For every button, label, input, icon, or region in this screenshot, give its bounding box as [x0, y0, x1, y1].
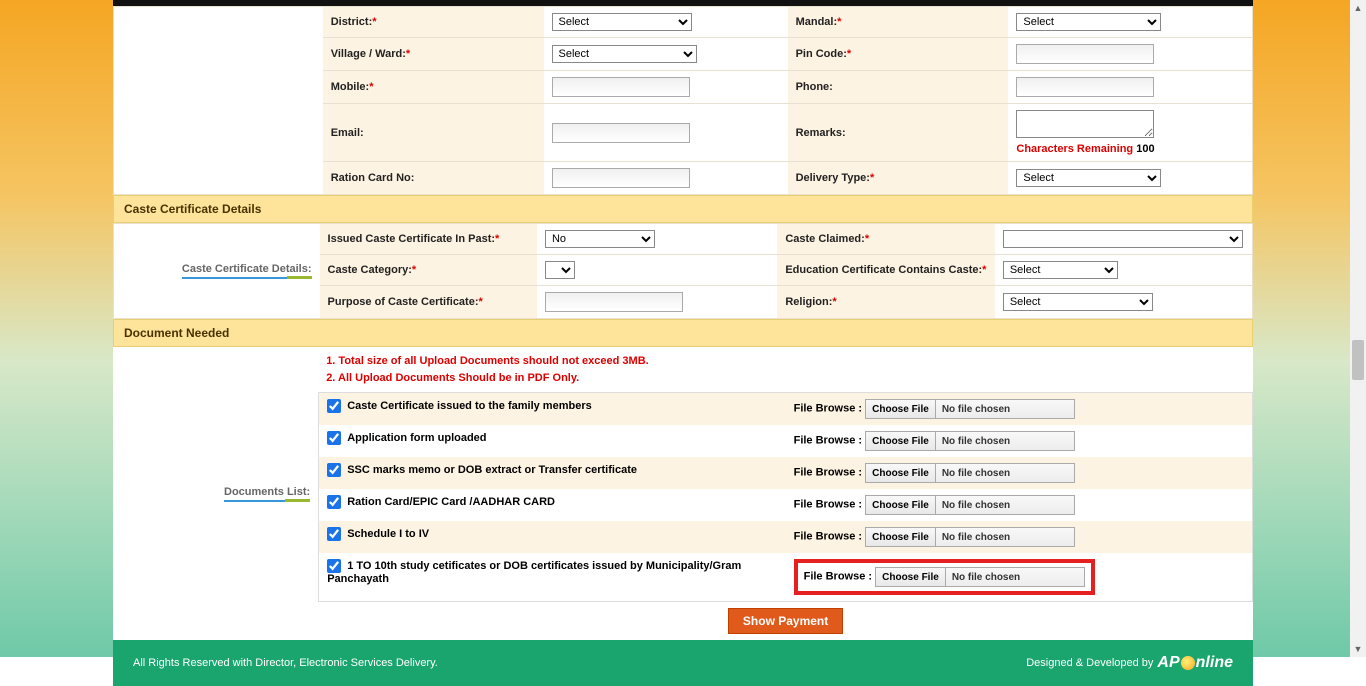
- file-browse-label: File Browse :: [794, 467, 862, 479]
- village-label: Village / Ward:: [331, 48, 406, 60]
- file-browse-label: File Browse :: [804, 571, 872, 583]
- file-browse-label: File Browse :: [794, 435, 862, 447]
- main-container: District:* Select Mandal:* Select Villag…: [113, 0, 1253, 640]
- doc-label-3: Ration Card/EPIC Card /AADHAR CARD: [347, 496, 555, 508]
- doc-label-0: Caste Certificate issued to the family m…: [347, 400, 592, 412]
- caste-claimed-label: Caste Claimed:: [785, 233, 864, 245]
- highlighted-file-input: File Browse : Choose FileNo file chosen: [794, 559, 1096, 595]
- show-payment-button[interactable]: Show Payment: [728, 608, 843, 634]
- footer: All Rights Reserved with Director, Elect…: [113, 640, 1253, 686]
- pincode-input[interactable]: [1016, 44, 1154, 64]
- required-mark: *: [372, 16, 376, 28]
- docs-sidebar-label: Documents List:: [224, 486, 310, 502]
- footer-right-text: Designed & Developed by: [1026, 657, 1153, 669]
- village-select[interactable]: Select: [552, 45, 697, 63]
- phone-label: Phone:: [796, 81, 833, 93]
- delivery-label: Delivery Type:: [796, 172, 870, 184]
- required-mark: *: [837, 16, 841, 28]
- pincode-label: Pin Code:: [796, 48, 847, 60]
- scroll-down-icon[interactable]: ▼: [1350, 641, 1366, 657]
- doc-checkbox-3[interactable]: [327, 495, 341, 509]
- ration-label: Ration Card No:: [331, 172, 415, 184]
- required-mark: *: [412, 264, 416, 276]
- required-mark: *: [865, 233, 869, 245]
- required-mark: *: [982, 264, 986, 276]
- ration-input[interactable]: [552, 168, 690, 188]
- district-select[interactable]: Select: [552, 13, 692, 31]
- caste-sidebar-label: Caste Certificate Details:: [182, 263, 312, 279]
- mandal-select[interactable]: Select: [1016, 13, 1161, 31]
- doc-checkbox-5[interactable]: [327, 559, 341, 573]
- delivery-select[interactable]: Select: [1016, 169, 1161, 187]
- doc-checkbox-0[interactable]: [327, 399, 341, 413]
- purpose-label: Purpose of Caste Certificate:: [328, 296, 479, 308]
- file-browse-label: File Browse :: [794, 403, 862, 415]
- required-mark: *: [870, 172, 874, 184]
- file-input-2[interactable]: Choose FileNo file chosen: [865, 463, 1075, 483]
- doc-checkbox-1[interactable]: [327, 431, 341, 445]
- required-mark: *: [847, 48, 851, 60]
- doc-label-5: 1 TO 10th study cetificates or DOB certi…: [327, 560, 741, 585]
- required-mark: *: [495, 233, 499, 245]
- edu-contains-label: Education Certificate Contains Caste:: [785, 264, 982, 276]
- religion-label: Religion:: [785, 296, 832, 308]
- file-input-4[interactable]: Choose FileNo file chosen: [865, 527, 1075, 547]
- footer-left-text: All Rights Reserved with Director, Elect…: [133, 657, 438, 669]
- docs-section-header: Document Needed: [113, 319, 1253, 347]
- file-browse-label: File Browse :: [794, 499, 862, 511]
- phone-input[interactable]: [1016, 77, 1154, 97]
- file-input-0[interactable]: Choose FileNo file chosen: [865, 399, 1075, 419]
- file-input-3[interactable]: Choose FileNo file chosen: [865, 495, 1075, 515]
- docs-notes: 1. Total size of all Upload Documents sh…: [318, 347, 1253, 392]
- remarks-textarea[interactable]: [1016, 110, 1154, 138]
- scroll-up-icon[interactable]: ▲: [1350, 0, 1366, 16]
- remarks-label: Remarks:: [796, 127, 846, 139]
- issued-past-label: Issued Caste Certificate In Past:: [328, 233, 496, 245]
- scroll-thumb[interactable]: [1352, 340, 1364, 380]
- doc-checkbox-2[interactable]: [327, 463, 341, 477]
- mobile-input[interactable]: [552, 77, 690, 97]
- caste-category-select[interactable]: [545, 261, 575, 279]
- file-input-1[interactable]: Choose FileNo file chosen: [865, 431, 1075, 451]
- required-mark: *: [406, 48, 410, 60]
- chars-remaining: Characters Remaining 100: [1016, 143, 1244, 155]
- district-label: District:: [331, 16, 373, 28]
- doc-label-1: Application form uploaded: [347, 432, 486, 444]
- required-mark: *: [479, 296, 483, 308]
- file-input-5[interactable]: Choose FileNo file chosen: [875, 567, 1085, 587]
- email-input[interactable]: [552, 123, 690, 143]
- doc-checkbox-4[interactable]: [327, 527, 341, 541]
- required-mark: *: [832, 296, 836, 308]
- doc-label-4: Schedule I to IV: [347, 528, 429, 540]
- caste-category-label: Caste Category:: [328, 264, 412, 276]
- file-browse-label: File Browse :: [794, 531, 862, 543]
- issued-past-select[interactable]: No: [545, 230, 655, 248]
- caste-claimed-select[interactable]: [1003, 230, 1243, 248]
- mobile-label: Mobile:: [331, 81, 370, 93]
- email-label: Email:: [331, 127, 364, 139]
- vertical-scrollbar[interactable]: ▲ ▼: [1350, 0, 1366, 657]
- edu-contains-select[interactable]: Select: [1003, 261, 1118, 279]
- mandal-label: Mandal:: [796, 16, 838, 28]
- required-mark: *: [369, 81, 373, 93]
- caste-section-header: Caste Certificate Details: [113, 195, 1253, 223]
- purpose-input[interactable]: [545, 292, 683, 312]
- doc-label-2: SSC marks memo or DOB extract or Transfe…: [347, 464, 637, 476]
- religion-select[interactable]: Select: [1003, 293, 1153, 311]
